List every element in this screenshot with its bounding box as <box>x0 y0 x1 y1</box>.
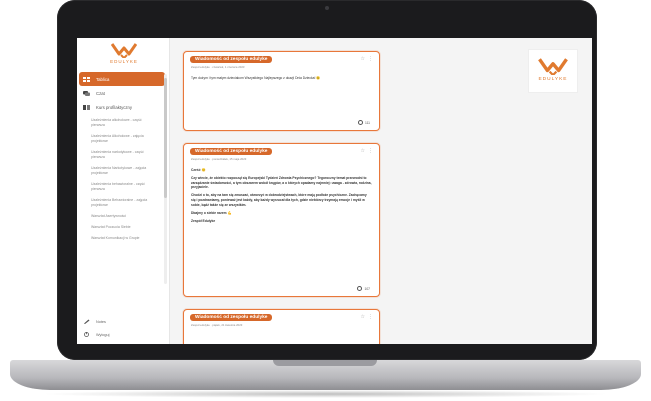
eye-icon <box>357 286 363 291</box>
sidebar-item-label: Tablica <box>96 76 110 82</box>
post-title: Wiadomość od zespołu edulyke <box>190 314 273 321</box>
post-header: Wiadomość od zespołu edulyke Zespół edul… <box>184 310 379 330</box>
app-logo[interactable]: EDULYKE <box>101 42 147 68</box>
post-header: Wiadomość od zespołu edulyke Zespół edul… <box>184 144 379 164</box>
sidebar-subitem[interactable]: Warsztat Poczucia Siebie <box>77 225 169 230</box>
post-actions: ☆ ⋮ <box>361 314 373 320</box>
star-icon[interactable]: ☆ <box>361 148 365 154</box>
sidebar-subitem[interactable]: Uzależnienia alkoholowe - część pierwsza <box>77 118 169 128</box>
sidebar-item-label: Czat <box>96 90 105 96</box>
sidebar-subitem[interactable]: Uzależnienia Behawioralne - zajęcia proj… <box>77 198 169 208</box>
sidebar-item-czat[interactable]: Czat <box>77 86 169 100</box>
sidebar-item-tablica[interactable]: Tablica <box>79 72 165 86</box>
sidebar-item-notes[interactable]: Notes <box>77 315 169 328</box>
post-paragraph: Cześć 😊 <box>191 168 206 172</box>
chat-icon <box>83 90 90 96</box>
logo-text: EDULYKE <box>110 59 138 64</box>
post-footer: 111 <box>184 118 379 130</box>
logo-icon <box>538 58 568 75</box>
post-paragraph: Chodzi o to, aby na tam się zmuszać, otw… <box>191 193 367 207</box>
post-paragraph: Czy wiecie, że obiekto rozpoczął się Eur… <box>191 176 372 190</box>
sidebar-subitem[interactable]: Uzależnienia Alkoholowe - zajęcia projek… <box>77 134 169 144</box>
view-count-value: 111 <box>364 120 370 125</box>
post-feed: Wiadomość od zespołu edulyke Zespół edul… <box>183 51 380 344</box>
laptop-notch <box>273 360 377 366</box>
post-meta: Zespół edulyke · piątek, 21 kwietnia 202… <box>191 323 243 327</box>
post-meta: Zespół edulyke · czwartek, 1 czerwca 202… <box>191 65 245 69</box>
sidebar-nav: Tablica Czat Kurs profilaktyczny Uzależn… <box>77 72 169 247</box>
view-count-value: 107 <box>364 286 370 291</box>
pencil-icon <box>84 319 90 324</box>
sidebar-item-label: Kurs profilaktyczny <box>96 104 133 110</box>
post-header: Wiadomość od zespołu edulyke Zespół edul… <box>184 52 379 72</box>
post-body: Tym dużym i tym małym dzieciakom Wszystk… <box>184 72 379 118</box>
app-screen: EDULYKE Tablica Czat Kurs profilaktyczny… <box>77 38 592 344</box>
sidebar-subitem[interactable]: Warsztat Asertywności <box>77 214 169 219</box>
post-paragraph: Zespół Edulyke <box>191 218 216 223</box>
post-actions: ☆ ⋮ <box>361 148 373 154</box>
post-actions: ☆ ⋮ <box>361 56 373 62</box>
more-icon[interactable]: ⋮ <box>368 314 373 320</box>
post-card: Wiadomość od zespołu edulyke Zespół edul… <box>183 309 380 344</box>
post-body: Cześć 😊 Czy wiecie, że obiekto rozpoczął… <box>184 164 379 284</box>
post-card: Wiadomość od zespołu edulyke Zespół edul… <box>183 51 380 131</box>
book-icon <box>83 104 90 110</box>
grid-icon <box>83 76 90 82</box>
brand-text: EDULYKE <box>538 77 568 82</box>
post-card: Wiadomość od zespołu edulyke Zespół edul… <box>183 143 380 297</box>
sidebar: EDULYKE Tablica Czat Kurs profilaktyczny… <box>77 38 170 344</box>
sidebar-item-label: Wyloguj <box>96 332 110 337</box>
logout-icon <box>84 332 89 337</box>
more-icon[interactable]: ⋮ <box>368 56 373 62</box>
eye-icon <box>357 120 363 125</box>
sidebar-item-kurs[interactable]: Kurs profilaktyczny <box>77 100 169 114</box>
sidebar-item-logout[interactable]: Wyloguj <box>77 328 169 341</box>
sidebar-bottom: Notes Wyloguj <box>77 315 169 341</box>
post-paragraph: Dbajmy o siebie razem 💪 <box>191 210 232 215</box>
post-title: Wiadomość od zespołu edulyke <box>190 56 273 63</box>
sidebar-subitem[interactable]: Uzależnienia behawioralne - część pierws… <box>77 182 169 192</box>
post-title: Wiadomość od zespołu edulyke <box>190 148 273 155</box>
view-count: 107 <box>357 286 370 291</box>
sidebar-subitem[interactable]: Uzależnienia Narkotykowe - zajęcia proje… <box>77 166 169 176</box>
post-meta: Zespół edulyke · poniedziałek, 15 maja 2… <box>191 157 247 161</box>
more-icon[interactable]: ⋮ <box>368 148 373 154</box>
post-footer: 107 <box>184 284 379 296</box>
sidebar-item-label: Notes <box>96 319 106 324</box>
star-icon[interactable]: ☆ <box>361 56 365 62</box>
sidebar-subitem[interactable]: Warsztat Komunikacji w Grupie <box>77 236 169 241</box>
view-count: 111 <box>357 120 370 125</box>
star-icon[interactable]: ☆ <box>361 314 365 320</box>
post-paragraph: Tym dużym i tym małym dzieciakom Wszystk… <box>191 76 321 80</box>
camera-icon <box>325 6 329 10</box>
logo-icon <box>111 43 137 58</box>
sidebar-scroll-thumb[interactable] <box>164 78 167 198</box>
laptop-shadow <box>40 390 611 398</box>
brand-logo-box: EDULYKE <box>528 49 578 93</box>
sidebar-subitem[interactable]: Uzależnienia narkotykowe - część pierwsz… <box>77 150 169 160</box>
